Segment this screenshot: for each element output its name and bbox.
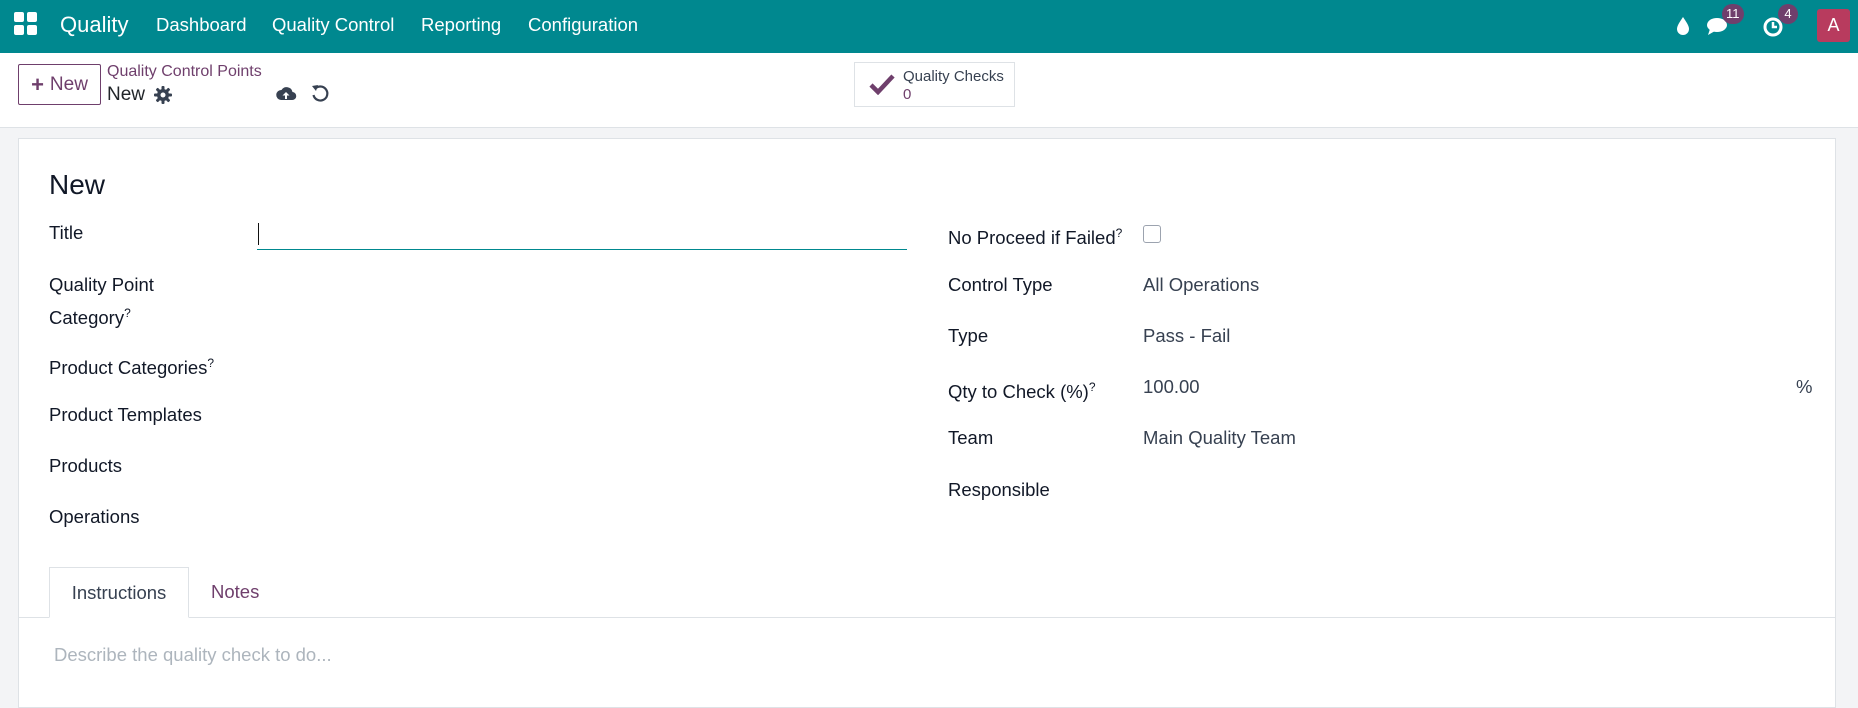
gear-icon[interactable] — [154, 86, 172, 104]
no-proceed-label-text: No Proceed if Failed — [948, 227, 1116, 249]
text-caret — [258, 223, 259, 245]
breadcrumb-current-record: New — [107, 84, 146, 105]
product-templates-label: Product Templates — [49, 404, 202, 425]
title-input[interactable] — [257, 221, 907, 250]
menu-configuration[interactable]: Configuration — [528, 14, 638, 36]
control-type-label: Control Type — [948, 274, 1053, 295]
type-select[interactable]: Pass - Fail — [1143, 322, 1230, 350]
help-tooltip-marker[interactable]: ? — [124, 306, 131, 320]
apps-menu-icon[interactable] — [14, 12, 38, 36]
no-proceed-if-failed-label: No Proceed if Failed? — [948, 219, 1122, 252]
team-select[interactable]: Main Quality Team — [1143, 424, 1296, 452]
no-proceed-checkbox[interactable] — [1143, 225, 1161, 243]
responsible-label: Responsible — [948, 479, 1050, 500]
messages-badge: 11 — [1722, 4, 1744, 24]
plus-icon: + — [31, 71, 44, 97]
save-cloud-upload-icon[interactable] — [275, 83, 297, 105]
type-label: Type — [948, 325, 989, 346]
qty-to-check-label: Qty to Check (%)? — [948, 373, 1096, 406]
title-label: Title — [49, 222, 84, 243]
control-panel: + New Quality Control Points New Quality… — [0, 53, 1858, 128]
messages-icon[interactable]: 11 — [1702, 4, 1744, 42]
quality-checks-smart-button[interactable]: Quality Checks 0 — [854, 62, 1015, 107]
tabs-divider — [19, 617, 1835, 618]
user-avatar[interactable]: A — [1817, 9, 1850, 42]
debug-drop-icon[interactable] — [1667, 10, 1699, 42]
percent-symbol: % — [1796, 376, 1813, 397]
quality-point-category-label: Category? — [49, 299, 131, 332]
tab-instructions[interactable]: Instructions — [49, 567, 189, 618]
product-categories-label: Product Categories? — [49, 349, 214, 382]
operations-label: Operations — [49, 506, 140, 527]
new-button-label: New — [49, 73, 88, 95]
new-button[interactable]: + New — [18, 64, 101, 105]
qty-to-check-input[interactable]: 100.00 — [1143, 373, 1200, 401]
app-brand[interactable]: Quality — [60, 12, 128, 38]
menu-quality-control[interactable]: Quality Control — [272, 14, 394, 36]
form-sheet: New Title Quality Point Category? Produc… — [18, 138, 1836, 708]
qty-to-check-label-text: Qty to Check (%) — [948, 381, 1089, 403]
menu-reporting[interactable]: Reporting — [421, 14, 501, 36]
help-tooltip-marker[interactable]: ? — [207, 356, 214, 370]
instructions-editor[interactable]: Describe the quality check to do... — [54, 644, 332, 666]
top-navbar: Quality Dashboard Quality Control Report… — [0, 0, 1858, 53]
products-label: Products — [49, 455, 123, 476]
activities-badge: 4 — [1778, 4, 1798, 24]
control-type-select[interactable]: All Operations — [1143, 271, 1259, 299]
activities-clock-icon[interactable]: 4 — [1758, 4, 1798, 42]
help-tooltip-marker[interactable]: ? — [1116, 226, 1123, 240]
discard-undo-icon[interactable] — [310, 83, 330, 103]
product-categories-label-text: Product Categories — [49, 357, 208, 379]
record-title: New — [49, 169, 106, 200]
check-icon — [869, 74, 895, 95]
tab-notes[interactable]: Notes — [211, 567, 259, 618]
quality-checks-count: 0 — [903, 86, 912, 103]
breadcrumb-quality-control-points[interactable]: Quality Control Points — [107, 63, 262, 81]
quality-point-category-label-line2: Category — [49, 307, 125, 329]
team-label: Team — [948, 427, 994, 448]
quality-point-category-label-line1: Quality Point — [49, 274, 154, 295]
help-tooltip-marker[interactable]: ? — [1089, 380, 1096, 394]
quality-checks-label: Quality Checks — [903, 68, 1004, 85]
menu-dashboard[interactable]: Dashboard — [156, 14, 247, 36]
